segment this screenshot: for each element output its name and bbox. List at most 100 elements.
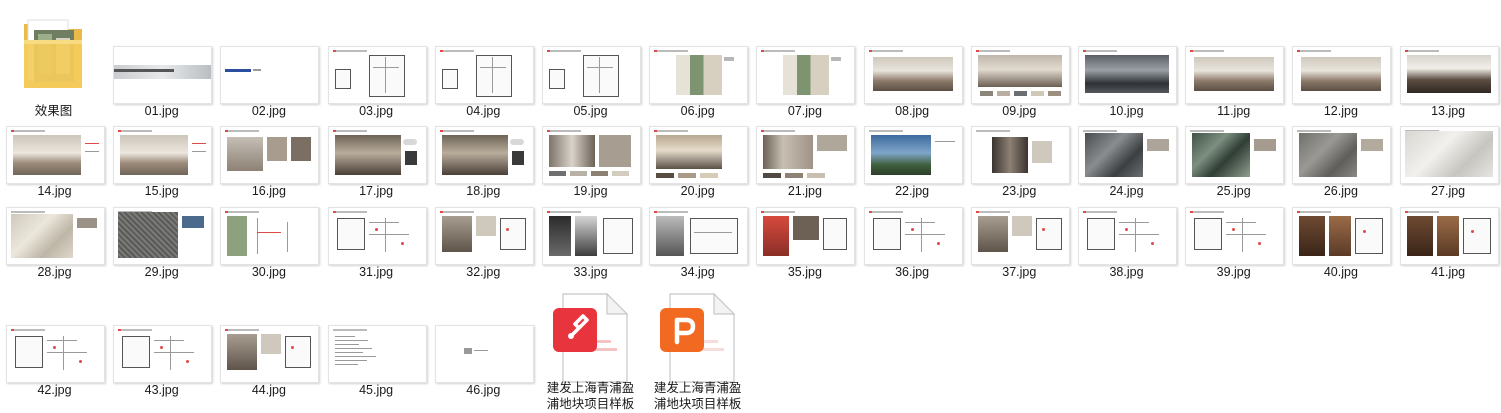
thumb-header [332, 211, 367, 213]
thumb-text-line [334, 364, 358, 365]
thumb-header [118, 130, 153, 132]
thumb-drawing [15, 336, 43, 368]
file-item[interactable]: 37.jpg [966, 0, 1073, 279]
thumb-drawing [368, 234, 409, 235]
image-thumbnail [1292, 207, 1392, 265]
thumb-annotation [1125, 228, 1128, 231]
thumb-annotation [186, 360, 190, 363]
thumb-annotation [53, 346, 56, 349]
thumb-drawing [287, 222, 289, 252]
thumb-drawing [823, 218, 848, 250]
thumb-annotation [192, 151, 207, 152]
thumb-annotation [1041, 228, 1045, 231]
thumb-header [761, 211, 796, 213]
thumb-text-line [334, 348, 372, 349]
file-item[interactable]: 42.jpg [1, 0, 108, 397]
thumb-annotation [1470, 230, 1474, 233]
image-thumbnail [1185, 207, 1285, 265]
file-item[interactable]: 39.jpg [1180, 0, 1287, 279]
thumb-photo [13, 135, 81, 175]
thumb-photo [1436, 216, 1459, 256]
thumb-drawing [1119, 234, 1159, 235]
file-name-label: 31.jpg [359, 265, 394, 279]
thumb-drawing [384, 218, 386, 252]
thumb-drawing [872, 218, 901, 250]
thumb-marble [11, 214, 73, 258]
file-name-label: 15.jpg [144, 184, 179, 198]
image-thumbnail [113, 325, 213, 383]
file-name-label: 36.jpg [895, 265, 930, 279]
thumb-text-line [334, 356, 376, 357]
file-name-label: 42.jpg [37, 383, 72, 397]
thumb-photo [227, 334, 258, 370]
file-name-label: 32.jpg [466, 265, 501, 279]
thumb-text-line [334, 352, 363, 353]
file-item[interactable]: 43.jpg [108, 0, 215, 397]
file-name-label: 24.jpg [1109, 184, 1144, 198]
document-label-line1: 建发上海青浦盈 [653, 381, 742, 395]
thumb-photo [227, 137, 264, 171]
file-item[interactable]: 38.jpg [1073, 0, 1180, 279]
image-thumbnail [220, 325, 320, 383]
file-name-label: 18.jpg [466, 184, 501, 198]
thumb-header [11, 130, 45, 132]
thumb-drawing [336, 218, 365, 250]
document-label-line1: 建发上海青浦盈 [546, 381, 635, 395]
image-thumbnail [327, 126, 427, 184]
thumb-header [975, 130, 1010, 132]
thumb-header [439, 130, 474, 132]
file-name-label: 26.jpg [1323, 184, 1358, 198]
file-name-label: 17.jpg [359, 184, 394, 198]
thumb-header [1297, 130, 1332, 132]
file-name-label: 40.jpg [1323, 265, 1358, 279]
image-thumbnail [113, 207, 213, 265]
thumb-annotation [1151, 242, 1154, 245]
file-name-label: 35.jpg [787, 265, 822, 279]
thumb-text-line [334, 360, 367, 361]
thumb-text-line [334, 336, 355, 337]
file-name-label: 25.jpg [1216, 184, 1251, 198]
image-thumbnail [6, 325, 105, 383]
file-item[interactable]: 41.jpg [1395, 0, 1501, 279]
thumb-drawing [920, 218, 922, 252]
thumb-header [332, 329, 367, 331]
thumb-photo [227, 216, 248, 256]
thumb-photo [441, 135, 508, 175]
thumb-photo [1406, 216, 1433, 256]
thumb-marble [1085, 133, 1143, 177]
file-item[interactable]: 36.jpg [859, 0, 966, 279]
file-item[interactable]: 44.jpg [215, 0, 322, 397]
thumb-fixture [509, 139, 524, 145]
thumb-header [225, 329, 260, 331]
thumb-header [332, 130, 367, 132]
thumb-header [1083, 130, 1117, 132]
thumb-header [439, 211, 474, 213]
thumb-drawing [1035, 218, 1062, 250]
image-thumbnail [434, 325, 534, 383]
thumb-marble [1192, 133, 1251, 177]
document-item[interactable]: 建发上海青浦盈 浦地块项目样板 [644, 0, 751, 413]
document-item[interactable]: 建发上海青浦盈 浦地块项目样板 [537, 0, 644, 413]
file-name-label: 45.jpg [359, 383, 394, 397]
thumb-photo [1254, 139, 1277, 151]
thumb-drawing [47, 340, 77, 341]
thumb-annotation [400, 242, 404, 245]
file-item[interactable]: 46.jpg [430, 0, 537, 397]
file-item[interactable]: 35.jpg [751, 0, 858, 279]
wps-pdf-icon [553, 292, 629, 383]
file-item[interactable]: 40.jpg [1287, 0, 1394, 279]
thumb-fixture [511, 151, 524, 165]
thumb-annotation [192, 143, 207, 144]
thumb-drawing [1242, 218, 1244, 252]
file-item[interactable]: 45.jpg [323, 0, 430, 397]
image-thumbnail [756, 207, 856, 265]
image-thumbnail [220, 126, 320, 184]
thumb-header [1190, 130, 1225, 132]
thumb-annotation [1258, 242, 1262, 245]
thumb-drawing [1462, 218, 1491, 254]
thumb-header [975, 211, 1010, 213]
thumb-drawing [1135, 218, 1136, 252]
thumb-drawing [368, 222, 399, 223]
image-thumbnail [327, 207, 427, 265]
thumb-drawing [904, 234, 945, 235]
